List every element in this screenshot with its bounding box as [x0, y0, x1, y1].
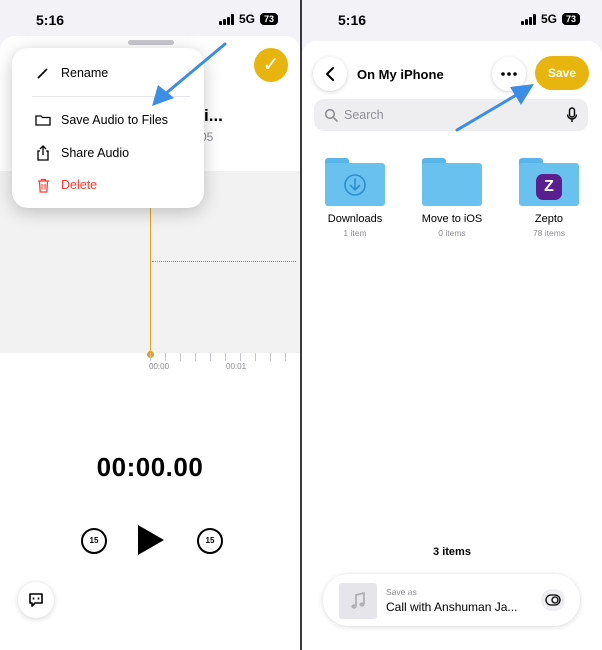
skip-back-icon: 15: [89, 536, 99, 545]
skip-forward-icon: 15: [205, 536, 215, 545]
folder-downloads[interactable]: Downloads 1 item: [315, 158, 395, 238]
signal-icon: [218, 13, 234, 25]
save-as-filename[interactable]: Call with Anshuman Ja...: [386, 600, 532, 614]
status-time: 5:16: [338, 12, 367, 28]
menu-item-label: Rename: [61, 66, 109, 80]
menu-item-label: Save Audio to Files: [61, 113, 169, 127]
menu-item-share-audio[interactable]: Share Audio: [12, 140, 204, 166]
folder-icon: [422, 158, 482, 206]
location-title: On My iPhone: [357, 67, 444, 82]
microphone-icon[interactable]: [566, 107, 578, 123]
folder-icon: [34, 114, 52, 126]
audio-file-thumbnail: [339, 583, 377, 619]
signal-icon: [520, 13, 536, 25]
folder-zepto[interactable]: Z Zepto 78 items: [509, 158, 589, 238]
search-field[interactable]: Search: [314, 99, 588, 131]
menu-item-rename[interactable]: Rename: [12, 60, 204, 86]
network-label: 5G: [238, 12, 255, 26]
voice-memo-panel: 5:16 5G 73 ✓ n Jai... 05 00:00 00:01 00:…: [0, 0, 300, 650]
status-bar: 5:16 5G 73: [0, 0, 300, 38]
music-note-icon: [351, 591, 365, 609]
folder-icon: [325, 158, 385, 206]
network-label: 5G: [540, 12, 557, 26]
playback-timer: 00:00.00: [96, 452, 204, 482]
play-button[interactable]: [138, 525, 164, 555]
zepto-app-icon: Z: [536, 174, 562, 200]
status-time: 5:16: [36, 12, 65, 28]
save-button[interactable]: Save: [535, 56, 589, 90]
folder-icon: Z: [519, 158, 579, 206]
save-as-bar[interactable]: Save as Call with Anshuman Ja...: [323, 574, 580, 626]
back-button[interactable]: [313, 57, 347, 91]
status-bar: 5:16 5G 73: [302, 0, 602, 38]
chevron-left-icon: [326, 67, 334, 81]
menu-item-label: Share Audio: [61, 146, 130, 160]
download-arrow-icon: [344, 174, 366, 196]
tick-label: 00:00: [149, 362, 170, 371]
folder-name: Move to iOS: [421, 213, 483, 225]
ellipsis-icon: [501, 72, 517, 76]
context-menu: Rename Save Audio to Files Share Audio D…: [12, 48, 204, 208]
search-placeholder: Search: [344, 108, 384, 122]
pencil-icon: [34, 66, 52, 80]
menu-divider: [32, 96, 190, 97]
items-count: 3 items: [433, 546, 471, 558]
menu-item-save-to-files[interactable]: Save Audio to Files: [12, 107, 204, 133]
files-sheet: On My iPhone Save Search Downloads 1 ite…: [302, 41, 602, 650]
folder-count: 78 items: [532, 228, 566, 238]
checkmark-icon: ✓: [262, 54, 280, 76]
share-icon: [34, 145, 52, 161]
folder-count: 1 item: [343, 228, 367, 238]
menu-item-delete[interactable]: Delete: [12, 172, 204, 198]
folder-name: Zepto: [534, 213, 564, 225]
battery-icon: 73: [259, 13, 278, 25]
skip-forward-button[interactable]: 15: [197, 528, 223, 554]
save-as-label: Save as: [386, 587, 417, 597]
transcript-icon: [29, 593, 43, 607]
done-button[interactable]: ✓: [254, 48, 288, 82]
battery-icon: 73: [561, 13, 580, 25]
transcript-button[interactable]: [18, 582, 54, 618]
tick-label: 00:01: [226, 362, 247, 371]
skip-back-button[interactable]: 15: [81, 528, 107, 554]
folder-count: 0 items: [438, 228, 466, 238]
files-save-panel: 5:16 5G 73 On My iPhone Save Search Down…: [302, 0, 602, 650]
sheet-grabber[interactable]: [128, 40, 174, 45]
toggle-icon: [545, 594, 561, 606]
menu-item-label: Delete: [61, 178, 98, 192]
folder-move-to-ios[interactable]: Move to iOS 0 items: [412, 158, 492, 238]
search-icon: [324, 108, 338, 122]
options-toggle-button[interactable]: [541, 589, 565, 611]
timeline-ticks: [150, 353, 300, 361]
waveform-baseline: [152, 261, 296, 262]
folder-name: Downloads: [327, 213, 383, 225]
more-button[interactable]: [492, 57, 526, 91]
trash-icon: [34, 178, 52, 193]
